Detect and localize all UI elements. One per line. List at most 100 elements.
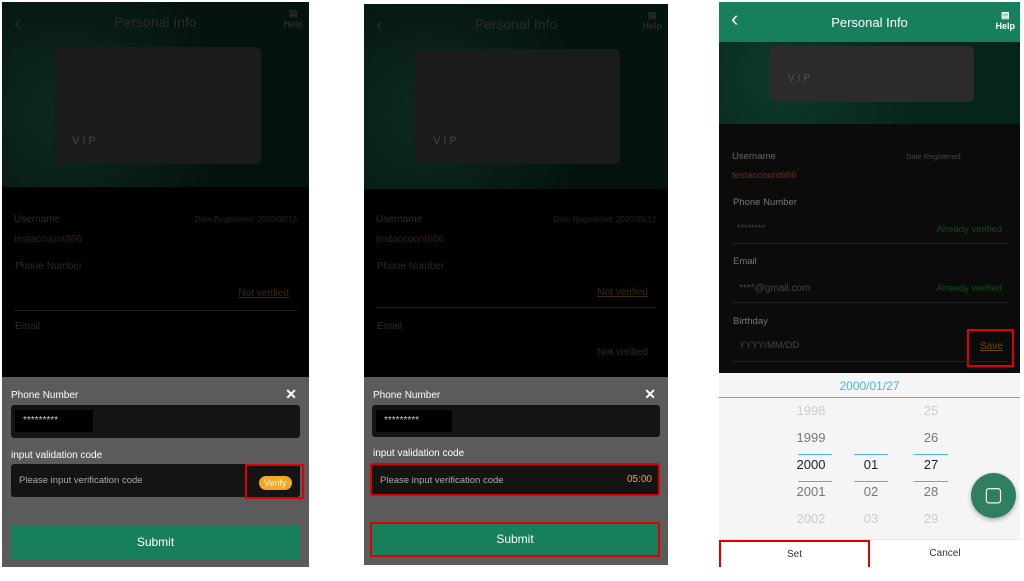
- day-wheel[interactable]: 25 26 27 28 29: [909, 403, 953, 538]
- day-option[interactable]: 29: [909, 511, 953, 538]
- phone-value: *********: [15, 410, 93, 432]
- help-button[interactable]: ▤ Help: [642, 10, 662, 31]
- username-label: Username: [14, 214, 61, 225]
- countdown-timer: 05:00: [626, 474, 652, 485]
- phone-input[interactable]: *********: [372, 405, 660, 437]
- chat-icon: ▤: [647, 10, 657, 20]
- divider: [732, 302, 1008, 303]
- phone-label: Phone Number: [15, 261, 83, 272]
- phone-status-link[interactable]: Not verified: [597, 287, 648, 298]
- username-value: testaccount666: [14, 234, 82, 245]
- modal-phone-label: Phone Number: [11, 390, 79, 401]
- chat-support-button[interactable]: ▢: [971, 473, 1016, 518]
- phone-status: Already verified: [936, 224, 1002, 235]
- date-registered: Date Registered: 2020/09/13: [553, 215, 656, 224]
- year-option[interactable]: 1998: [789, 403, 833, 430]
- birthday-label: Birthday: [733, 316, 768, 327]
- month-option-selected[interactable]: 01: [849, 457, 893, 484]
- page-title: Personal Info: [831, 15, 908, 30]
- month-option[interactable]: 02: [849, 484, 893, 511]
- year-option[interactable]: 2001: [789, 484, 833, 511]
- code-label: input validation code: [373, 448, 465, 459]
- email-label: Email: [15, 321, 41, 332]
- chat-icon: ▤: [1000, 10, 1010, 20]
- month-option[interactable]: [849, 430, 893, 457]
- email-label: Email: [733, 256, 757, 267]
- submit-button[interactable]: Submit: [370, 522, 660, 557]
- vip-card: VIP: [770, 46, 974, 102]
- year-option[interactable]: 2002: [789, 511, 833, 538]
- verify-modal: Phone Number ✕ ********* input validatio…: [364, 377, 668, 565]
- save-link[interactable]: Save: [980, 341, 1003, 352]
- year-option[interactable]: 1999: [789, 430, 833, 457]
- selection-line: [798, 454, 832, 455]
- help-label: Help: [283, 19, 303, 29]
- email-value: ****@gmail.com: [739, 283, 811, 294]
- selection-line: [854, 481, 888, 482]
- header: ‹ Personal Info ▤ Help: [2, 2, 309, 42]
- phone-value: *********: [376, 410, 452, 432]
- picker-actions: Set Cancel: [719, 539, 1020, 567]
- screen-birthday-picker: VIP ‹ Personal Info ▤ Help Username Date …: [719, 2, 1020, 567]
- phone-label: Phone Number: [733, 197, 797, 208]
- code-placeholder: Please input verification code: [380, 475, 504, 486]
- username-label: Username: [732, 151, 776, 162]
- verify-button[interactable]: Verify: [259, 476, 292, 490]
- month-wheel[interactable]: 01 02 03: [849, 403, 893, 538]
- code-label: input validation code: [11, 450, 103, 461]
- help-button[interactable]: ▤ Help: [995, 10, 1015, 31]
- username-value: testaccount666: [376, 234, 444, 245]
- code-input[interactable]: Please input verification code 05:00: [370, 463, 660, 496]
- verify-modal: Phone Number ✕ ********* input validatio…: [2, 377, 309, 567]
- chat-bubble-icon: ▢: [984, 484, 1003, 506]
- date-picker: 2000/01/27 1998 1999 2000 2001 2002 01 0…: [719, 375, 1020, 567]
- username-value: testaccount666: [732, 170, 797, 181]
- selection-line: [798, 481, 832, 482]
- month-option[interactable]: [849, 403, 893, 430]
- chat-icon: ▤: [288, 8, 298, 18]
- divider: [732, 361, 1008, 362]
- day-option[interactable]: 28: [909, 484, 953, 511]
- month-option[interactable]: 03: [849, 511, 893, 538]
- phone-value: ********: [737, 223, 766, 233]
- day-option-selected[interactable]: 27: [909, 457, 953, 484]
- page-title: Personal Info: [114, 14, 197, 30]
- divider: [376, 307, 656, 308]
- year-wheel[interactable]: 1998 1999 2000 2001 2002: [789, 403, 833, 538]
- page-title: Personal Info: [474, 16, 558, 32]
- screen-countdown: VIP ‹ Personal Info ▤ Help Username Date …: [364, 4, 668, 565]
- help-label: Help: [995, 21, 1015, 31]
- vip-label: VIP: [433, 135, 460, 147]
- email-status: Already verified: [936, 283, 1002, 294]
- close-icon[interactable]: ✕: [644, 386, 656, 403]
- submit-button[interactable]: Submit: [11, 525, 300, 560]
- help-label: Help: [642, 21, 662, 31]
- cancel-button[interactable]: Cancel: [870, 540, 1020, 567]
- birthday-input[interactable]: YYYY/MM/DD: [739, 340, 799, 351]
- divider: [732, 243, 1008, 244]
- day-option[interactable]: 26: [909, 430, 953, 457]
- phone-label: Phone Number: [377, 261, 445, 272]
- selection-line: [914, 454, 948, 455]
- vip-label: VIP: [72, 135, 99, 147]
- phone-input[interactable]: *********: [11, 405, 300, 438]
- date-registered: Date Registered: 2020/09/13: [194, 215, 297, 224]
- email-label: Email: [377, 321, 403, 332]
- year-option-selected[interactable]: 2000: [789, 457, 833, 484]
- close-icon[interactable]: ✕: [285, 386, 297, 403]
- modal-phone-label: Phone Number: [373, 390, 441, 401]
- code-placeholder: Please input verification code: [19, 475, 143, 486]
- vip-card: VIP: [415, 49, 620, 164]
- email-status-link[interactable]: Not verified: [597, 347, 648, 358]
- day-option[interactable]: 25: [909, 403, 953, 430]
- vip-card: VIP: [54, 47, 261, 164]
- date-registered: Date Registered:: [906, 152, 963, 161]
- selection-line: [914, 481, 948, 482]
- phone-status-link[interactable]: Not verified: [238, 288, 289, 299]
- help-button[interactable]: ▤ Help: [283, 8, 303, 29]
- set-button[interactable]: Set: [719, 540, 870, 567]
- username-label: Username: [376, 214, 423, 225]
- header: ‹ Personal Info ▤ Help: [719, 2, 1020, 42]
- header: ‹ Personal Info ▤ Help: [364, 4, 668, 44]
- divider: [14, 310, 297, 311]
